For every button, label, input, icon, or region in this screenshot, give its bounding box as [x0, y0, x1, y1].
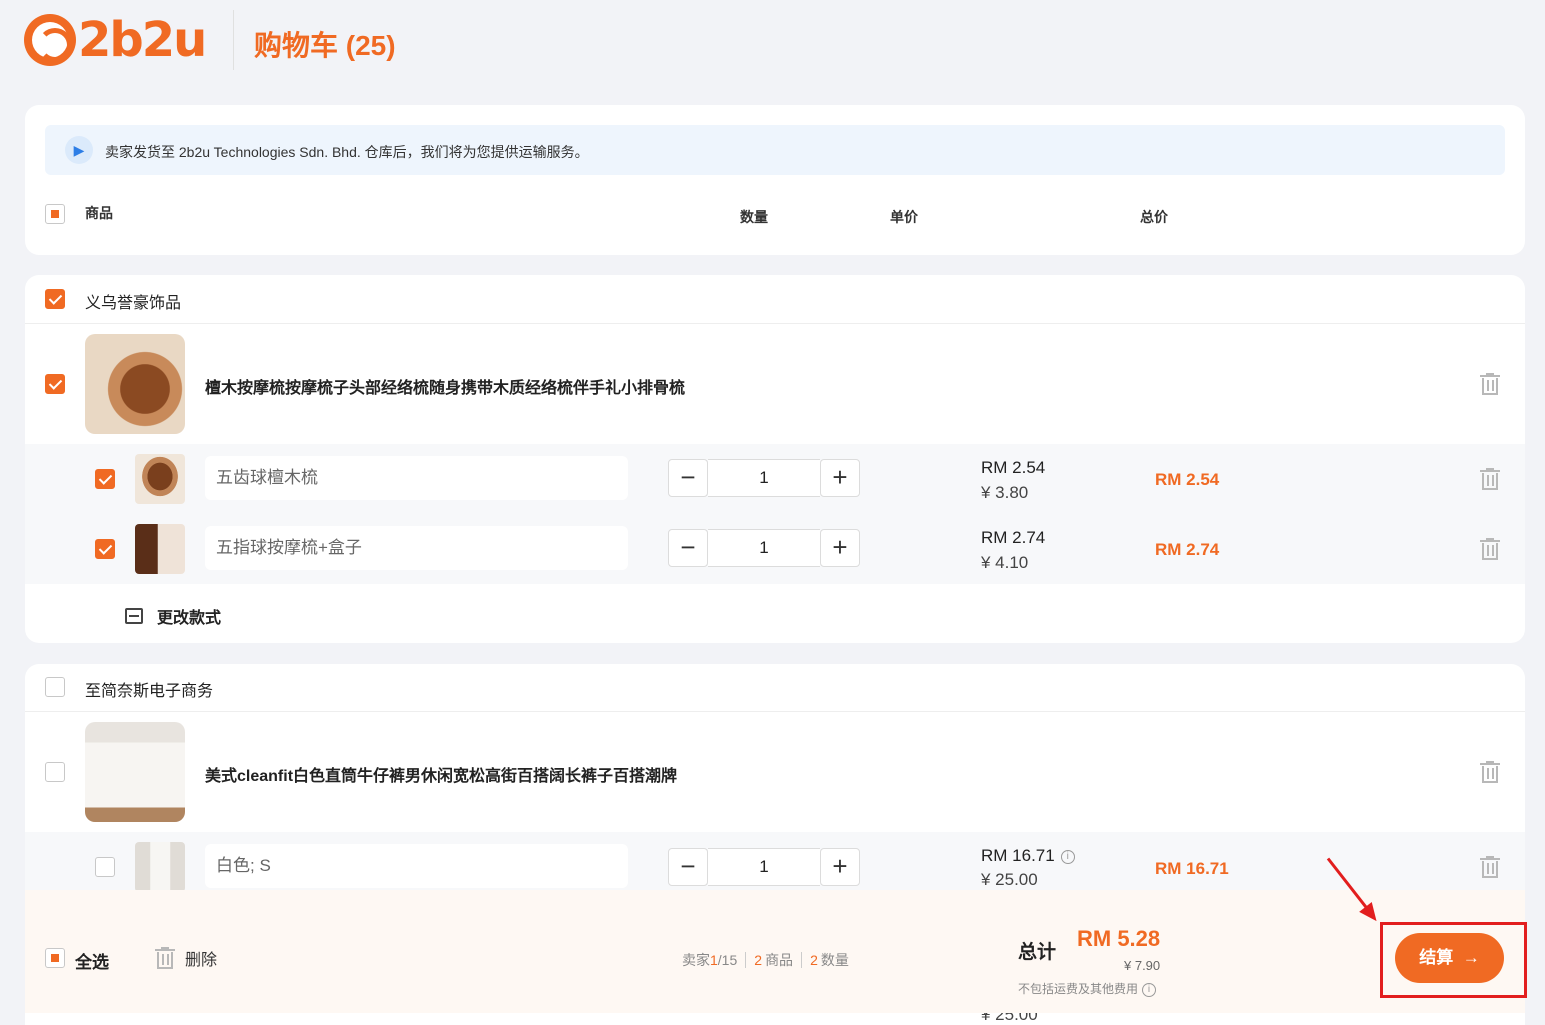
- trash-icon: [155, 947, 175, 969]
- increase-button[interactable]: +: [820, 459, 860, 497]
- unit-price-cny: ¥ 4.10: [981, 553, 1029, 572]
- sku-image[interactable]: [135, 524, 185, 574]
- fee-note-text: 不包括运费及其他费用: [1018, 982, 1139, 996]
- shop-name[interactable]: 义乌誉豪饰品: [85, 289, 181, 313]
- notice-text: 卖家发货至 2b2u Technologies Sdn. Bhd. 仓库后，我们…: [105, 144, 589, 160]
- cart-header-card: ▶ 卖家发货至 2b2u Technologies Sdn. Bhd. 仓库后，…: [25, 105, 1525, 255]
- decrease-button[interactable]: −: [668, 848, 708, 886]
- sku-checkbox[interactable]: [95, 857, 115, 877]
- logo-icon: [24, 14, 76, 66]
- info-icon[interactable]: i: [1060, 849, 1075, 864]
- seller-selected: 1: [710, 952, 718, 968]
- unit-price-cny: ¥ 3.80: [981, 483, 1029, 502]
- grand-total-cny: ¥ 7.90: [1124, 958, 1161, 973]
- divider: [25, 323, 1525, 324]
- unit-price-rm: RM 16.71 i: [981, 846, 1075, 866]
- product-image[interactable]: [85, 334, 185, 434]
- decrease-button[interactable]: −: [668, 529, 708, 567]
- sku-name: 五指球按摩梳+盒子: [205, 526, 628, 570]
- quantity-stepper: − 1 +: [668, 848, 860, 886]
- items-count: 2: [754, 952, 763, 968]
- quantity-input[interactable]: 1: [708, 848, 820, 886]
- change-style-button[interactable]: 更改款式: [125, 604, 221, 628]
- seller-label: 卖家: [682, 952, 710, 968]
- quantity-input[interactable]: 1: [708, 529, 820, 567]
- qty-label: 数量: [820, 952, 849, 968]
- separator: [745, 952, 747, 968]
- quantity-stepper: − 1 +: [668, 459, 860, 497]
- increase-button[interactable]: +: [820, 529, 860, 567]
- seller-total: /15: [717, 952, 738, 968]
- header: 2b2u 购物车 (25): [0, 0, 1545, 90]
- quantity-input[interactable]: 1: [708, 459, 820, 497]
- total-price: RM 16.71: [1155, 859, 1229, 878]
- edit-list-icon: [125, 608, 143, 624]
- product-title[interactable]: 美式cleanfit白色直筒牛仔裤男休闲宽松高街百搭阔长裤子百搭潮牌: [205, 762, 677, 786]
- sku-checkbox[interactable]: [95, 539, 115, 559]
- shipping-notice: ▶ 卖家发货至 2b2u Technologies Sdn. Bhd. 仓库后，…: [45, 125, 1505, 175]
- total-price: RM 2.74: [1155, 540, 1220, 559]
- sku-image[interactable]: [135, 454, 185, 504]
- shop-name[interactable]: 至简奈斯电子商务: [85, 677, 213, 701]
- divider: [25, 711, 1525, 712]
- shop-card: 义乌誉豪饰品 檀木按摩梳按摩梳子头部经络梳随身携带木质经络梳伴手礼小排骨梳 五齿…: [25, 275, 1525, 643]
- product-checkbox[interactable]: [45, 762, 65, 782]
- grand-total-rm: RM 5.28: [1077, 926, 1161, 951]
- th-quantity: 数量: [740, 209, 768, 225]
- quantity-stepper: − 1 +: [668, 529, 860, 567]
- unit-price-rm-text: RM 16.71: [981, 846, 1055, 865]
- logo-text: 2b2u: [78, 12, 207, 68]
- sku-checkbox[interactable]: [95, 469, 115, 489]
- qty-count: 2: [810, 952, 818, 968]
- page-title: 购物车 (25): [254, 30, 396, 61]
- increase-button[interactable]: +: [820, 848, 860, 886]
- selection-stats: 卖家 1 /15 2 商品 2 数量: [682, 950, 849, 970]
- th-unit-price: 单价: [890, 209, 918, 225]
- checkout-label: 结算: [1419, 948, 1454, 967]
- items-label: 商品: [765, 952, 794, 968]
- unit-price-cny: ¥ 25.00: [981, 870, 1038, 889]
- trash-icon[interactable]: [1480, 538, 1500, 560]
- unit-price-rm: RM 2.54: [981, 458, 1046, 477]
- logo[interactable]: 2b2u: [24, 12, 207, 68]
- checkout-button[interactable]: 结算 →: [1395, 933, 1504, 983]
- total-label: 总计: [1018, 942, 1057, 963]
- sku-name: 白色; S: [205, 844, 628, 888]
- th-total: 总价: [1140, 209, 1168, 225]
- select-all-header-checkbox[interactable]: [45, 204, 65, 224]
- unit-price-cny: ¥ 25.00: [981, 1013, 1038, 1024]
- delete-label: 删除: [185, 952, 218, 969]
- fee-note: 不包括运费及其他费用 i: [1018, 980, 1157, 997]
- shop-checkbox[interactable]: [45, 677, 65, 697]
- header-divider: [233, 10, 234, 70]
- product-title[interactable]: 檀木按摩梳按摩梳子头部经络梳随身携带木质经络梳伴手礼小排骨梳: [205, 374, 685, 398]
- select-all-label[interactable]: 全选: [75, 948, 109, 973]
- trash-icon[interactable]: [1480, 761, 1500, 783]
- delete-button[interactable]: 删除: [155, 946, 217, 970]
- megaphone-icon: ▶: [65, 136, 93, 164]
- info-icon[interactable]: i: [1142, 982, 1157, 997]
- shop-checkbox[interactable]: [45, 289, 65, 309]
- product-checkbox[interactable]: [45, 374, 65, 394]
- separator: [801, 952, 803, 968]
- sku-name: 五齿球檀木梳: [205, 456, 628, 500]
- change-style-label: 更改款式: [157, 610, 222, 627]
- checkout-bar: 全选 删除 卖家 1 /15 2 商品 2 数量 总计 RM 5.28 ¥ 7.…: [25, 890, 1527, 1013]
- decrease-button[interactable]: −: [668, 459, 708, 497]
- trash-icon[interactable]: [1480, 856, 1500, 878]
- th-product: 商品: [85, 205, 113, 221]
- trash-icon[interactable]: [1480, 468, 1500, 490]
- trash-icon[interactable]: [1480, 373, 1500, 395]
- product-image[interactable]: [85, 722, 185, 822]
- sku-image[interactable]: [135, 842, 185, 892]
- next-row-peek: ¥ 25.00: [25, 1013, 1525, 1025]
- unit-price-rm: RM 2.74: [981, 528, 1046, 547]
- select-all-checkbox[interactable]: [45, 948, 65, 968]
- total-price: RM 2.54: [1155, 470, 1220, 489]
